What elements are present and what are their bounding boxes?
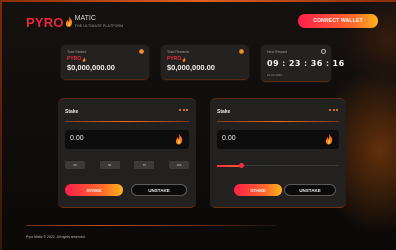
countdown-minutes: 23 [288,59,301,68]
more-options-icon[interactable] [329,109,338,111]
countdown-frames: 16 [332,59,345,68]
stat-token-text: PYRO [167,56,182,62]
left-accent-line [0,0,2,250]
countdown-timer: 09 : 23 : 36 : 16 [267,59,345,68]
flame-icon [65,15,72,27]
panel-title: Stake [217,109,231,115]
clock-icon [321,49,326,54]
coin-icon [239,49,244,54]
percent-options: 25 50 75 100 [65,161,189,169]
stake-panel-right: Stake 0.00 STAKE UNSTAKE [210,98,346,208]
footer-divider [26,225,276,226]
flame-icon [82,56,86,62]
flame-icon [175,133,183,145]
panel-title: Stake [65,109,79,115]
connect-wallet-button[interactable]: CONNECT WALLET [298,14,378,28]
logo-matic-text: MATIC [74,14,96,22]
panel-divider [65,121,189,122]
stake-amount-slider[interactable] [217,162,339,168]
more-options-icon[interactable] [179,109,188,111]
countdown-card: Next Reward 09 : 23 : 36 : 16 22.02.2022 [261,45,344,82]
stat-value: $0,000,000.00 [167,63,215,72]
percent-button-25[interactable]: 25 [65,161,85,169]
stake-amount-input[interactable]: 0.00 [65,130,189,149]
stat-token: PYRO [167,56,186,62]
stake-panel-left: Stake 0.00 25 50 75 100 STAKE UNSTAKE [58,98,196,208]
stat-token-text: PYRO [67,56,82,62]
percent-button-100[interactable]: 100 [168,161,189,169]
countdown-label: Next Reward [267,50,288,54]
app-root: PYRO MATIC THE ULTIMATE PLATFORM CONNECT… [0,0,396,250]
countdown-separator: : [282,59,286,68]
countdown-seconds: 36 [310,59,323,68]
logo-matic-block: MATIC THE ULTIMATE PLATFORM [75,15,124,30]
flame-icon [325,133,333,145]
stake-button[interactable]: STAKE [65,184,123,196]
stat-label: Total Rewards [167,50,190,54]
logo-pyro-text: PYRO [26,14,64,30]
slider-knob[interactable] [238,162,244,168]
countdown-separator: : [303,59,308,68]
panel-divider [217,121,339,122]
logo-tagline: THE ULTIMATE PLATFORM [74,23,124,28]
logo[interactable]: PYRO MATIC THE ULTIMATE PLATFORM [26,12,123,32]
stake-amount-value: 0.00 [222,135,236,142]
unstake-button[interactable]: UNSTAKE [131,184,187,196]
stat-label: Total Staked [67,50,87,54]
stat-card-total-rewards: Total Rewards PYRO $0,000,000.00 [161,45,249,80]
stake-button[interactable]: STAKE [234,184,282,196]
slider-fill [217,164,242,167]
percent-button-75[interactable]: 75 [134,161,155,169]
stat-value: $0,000,000.00 [67,63,115,72]
footer-copyright: Pyro Matic © 2022. All rights reserved. [26,235,86,239]
countdown-date: 22.02.2022 [267,73,283,77]
stake-amount-input[interactable]: 0.00 [217,130,339,149]
countdown-hours: 09 [267,59,280,68]
top-accent-line [0,0,396,2]
flame-icon [182,56,186,62]
coin-icon [139,49,144,54]
percent-button-50[interactable]: 50 [99,161,120,169]
stat-card-total-staked: Total Staked PYRO $0,000,000.00 [61,45,149,80]
countdown-separator: : [325,59,330,68]
unstake-button[interactable]: UNSTAKE [284,184,336,196]
stake-amount-value: 0.00 [70,135,84,142]
stat-token: PYRO [67,56,86,62]
